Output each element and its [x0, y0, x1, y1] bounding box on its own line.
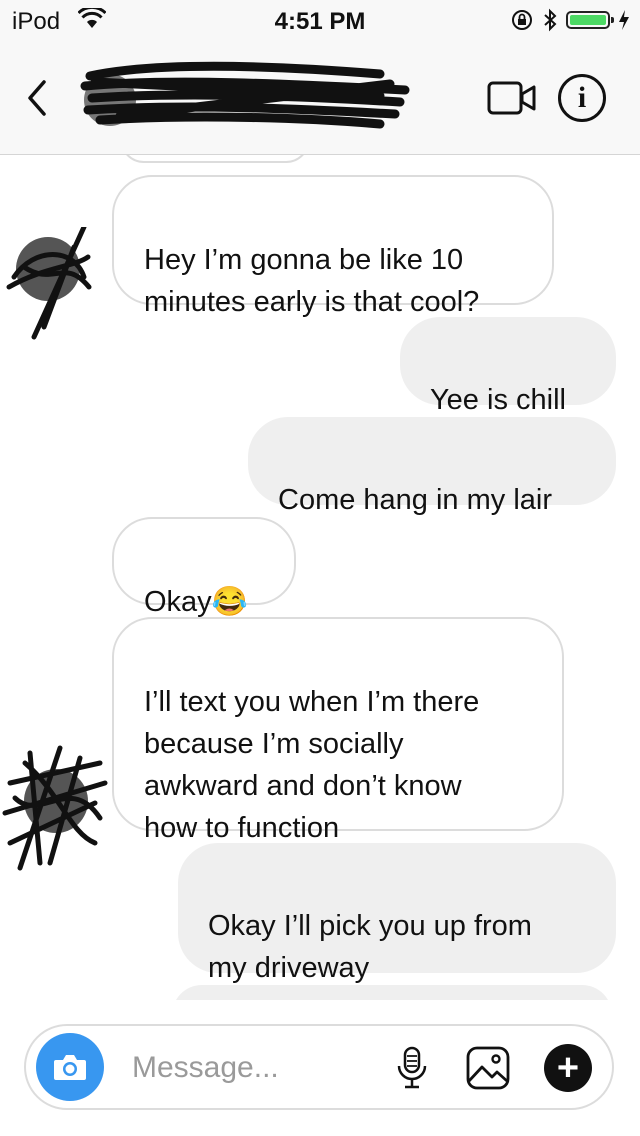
orientation-lock-icon: [512, 10, 532, 30]
back-chevron-icon[interactable]: [22, 78, 52, 118]
message-bubble-incoming[interactable]: Hey I’m gonna be like 10 minutes early i…: [112, 175, 554, 318]
status-bar: iPod 4:51 PM: [0, 0, 640, 40]
microphone-icon: [397, 1046, 427, 1089]
sender-avatar: [2, 745, 108, 871]
gallery-icon: [466, 1046, 510, 1090]
gallery-button[interactable]: [464, 1044, 512, 1092]
message-bubble-incoming[interactable]: Okay😂: [112, 517, 296, 618]
laughing-emoji-icon: 😂: [211, 586, 248, 618]
message-composer: +: [24, 1024, 614, 1110]
chat-header: i: [0, 40, 640, 155]
sender-avatar: [6, 227, 92, 340]
plus-icon[interactable]: +: [544, 1044, 592, 1092]
camera-button[interactable]: [36, 1033, 104, 1101]
message-bubble-incoming[interactable]: I’ll text you when I’m there because I’m…: [112, 617, 564, 844]
message-thread[interactable]: Hey I’m gonna be like 10 minutes early i…: [0, 155, 640, 1000]
message-text: Okay I’ll pick you up from my driveway: [208, 910, 532, 984]
message-text: I’ll text you when I’m there because I’m…: [144, 686, 480, 844]
message-text: Yee is chill: [430, 384, 566, 416]
bluetooth-icon: [544, 8, 557, 32]
message-text: Okay: [144, 586, 212, 618]
message-input[interactable]: [130, 1044, 384, 1092]
message-bubble-outgoing[interactable]: Okay I’ll pick you up from my driveway: [178, 843, 616, 984]
charging-bolt-icon: [619, 10, 629, 30]
camera-icon: [54, 1055, 86, 1080]
message-bubble-outgoing[interactable]: Yee is chill: [400, 317, 616, 416]
video-call-icon[interactable]: [486, 78, 538, 118]
message-text: Come hang in my lair: [278, 484, 552, 516]
message-text: Hey I’m gonna be like 10 minutes early i…: [144, 244, 480, 318]
info-icon[interactable]: i: [558, 74, 606, 122]
redaction-scribble: [80, 61, 410, 129]
message-bubble-outgoing[interactable]: Come hang in my lair: [248, 417, 616, 516]
microphone-button[interactable]: [388, 1044, 436, 1092]
partial-message-bubble: [120, 155, 310, 163]
partial-message-bubble: [172, 985, 612, 1000]
battery-icon: [566, 11, 614, 29]
